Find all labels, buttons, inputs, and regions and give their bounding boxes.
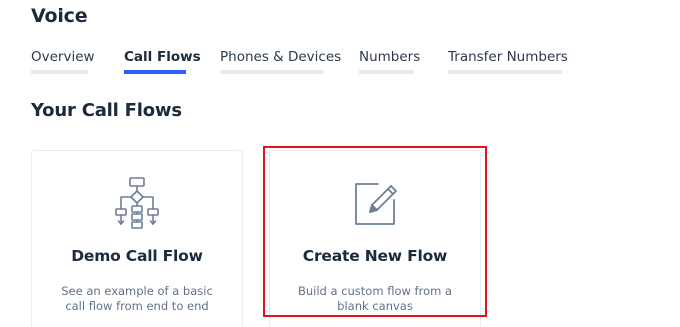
create-new-flow-card[interactable]: Create New Flow Build a custom flow from…	[269, 150, 481, 327]
tab-underline	[220, 70, 324, 74]
tab-label: Overview	[31, 49, 95, 65]
tab-underline	[31, 70, 88, 74]
tab-transfer-numbers[interactable]: Transfer Numbers	[448, 48, 568, 74]
demo-call-flow-card[interactable]: Demo Call Flow See an example of a basic…	[31, 150, 243, 327]
tab-phones-devices[interactable]: Phones & Devices	[220, 48, 342, 74]
card-title: Demo Call Flow	[71, 247, 203, 265]
card-title: Create New Flow	[302, 247, 448, 265]
edit-icon	[348, 176, 402, 230]
tab-label: Call Flows	[124, 49, 201, 65]
tab-label: Transfer Numbers	[448, 49, 568, 65]
tab-bar: Overview Call Flows Phones & Devices Num…	[31, 48, 568, 74]
card-description: See an example of a basic call flow from…	[61, 284, 213, 313]
tab-call-flows[interactable]: Call Flows	[124, 48, 201, 74]
tab-label: Phones & Devices	[220, 49, 342, 65]
tab-underline	[359, 70, 413, 74]
tab-underline	[448, 70, 562, 74]
tab-overview[interactable]: Overview	[31, 48, 95, 74]
flowchart-icon	[110, 176, 164, 230]
tab-label: Numbers	[359, 49, 421, 65]
tab-numbers[interactable]: Numbers	[359, 48, 421, 74]
voice-page: Voice Overview Call Flows Phones & Devic…	[0, 0, 680, 327]
section-title: Your Call Flows	[31, 100, 182, 121]
card-description: Build a custom flow from a blank canvas	[297, 284, 453, 313]
tab-active-underline	[124, 70, 186, 74]
page-title: Voice	[31, 5, 88, 27]
